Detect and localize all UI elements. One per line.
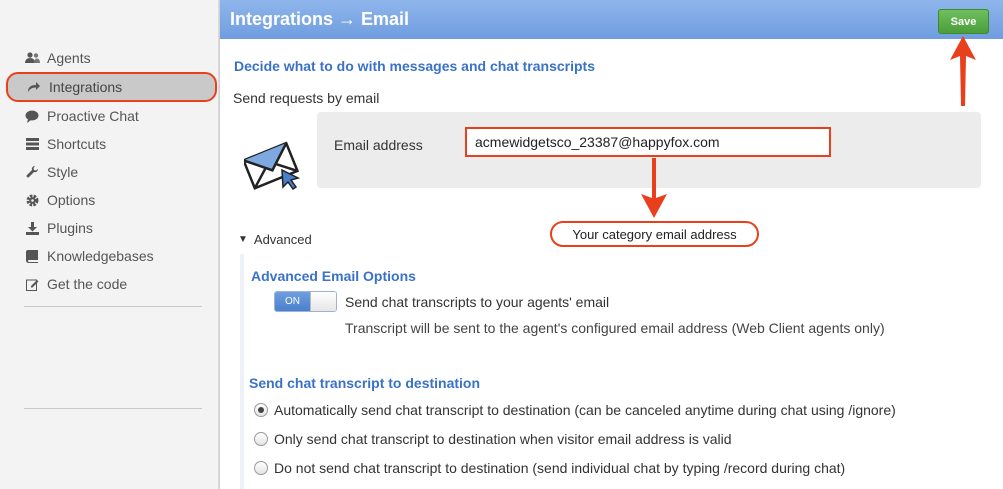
transcript-agents-label: Send chat transcripts to your agents' em… [345, 294, 610, 310]
advanced-label: Advanced [253, 232, 312, 247]
destination-option[interactable]: Do not send chat transcript to destinati… [254, 460, 845, 476]
list-icon [24, 136, 40, 152]
sidebar-item-agents[interactable]: Agents [0, 44, 218, 72]
transcript-agents-toggle[interactable]: ON [274, 291, 337, 312]
chat-bubble-icon [24, 108, 40, 124]
advanced-panel [240, 254, 1003, 489]
sidebar-item-label: Proactive Chat [47, 108, 139, 124]
email-arrow-annotation [641, 158, 667, 218]
sidebar-item-label: Get the code [47, 276, 128, 292]
sidebar-item-label: Knowledgebases [47, 248, 154, 264]
triangle-down-icon: ▼ [238, 234, 248, 245]
page-header: Integrations → Email [220, 0, 1003, 39]
transcript-note: Transcript will be sent to the agent's c… [345, 320, 885, 336]
sidebar-item-label: Options [47, 192, 96, 208]
destination-option[interactable]: Only send chat transcript to destination… [254, 431, 732, 447]
destination-option-label: Do not send chat transcript to destinati… [274, 460, 846, 476]
radio-button[interactable] [254, 432, 268, 446]
email-envelope-icon [244, 141, 300, 191]
sidebar-item-options[interactable]: Options [0, 186, 218, 214]
destination-option-label: Only send chat transcript to destination… [274, 431, 732, 447]
sidebar-item-style[interactable]: Style [0, 158, 218, 186]
sidebar-item-get-the-code[interactable]: Get the code [0, 270, 218, 298]
main-panel: Integrations → Email Save Decide what to… [219, 0, 1003, 489]
sidebar-item-plugins[interactable]: Plugins [0, 214, 218, 242]
gear-icon [24, 192, 40, 208]
sidebar-item-integrations[interactable]: Integrations [6, 72, 217, 102]
save-arrow-annotation [950, 36, 976, 106]
email-address-label: Email address [334, 137, 423, 153]
sidebar: Agents Integrations Proactive Chat Short… [0, 0, 219, 489]
sidebar-nav: Agents Integrations Proactive Chat Short… [0, 44, 218, 298]
sidebar-item-knowledgebases[interactable]: Knowledgebases [0, 242, 218, 270]
section-title: Decide what to do with messages and chat… [234, 58, 595, 74]
advanced-toggle[interactable]: ▼ Advanced [238, 232, 312, 247]
email-address-field[interactable]: acmewidgetsco_23387@happyfox.com [465, 127, 831, 157]
toggle-on-label: ON [275, 292, 310, 311]
sidebar-item-shortcuts[interactable]: Shortcuts [0, 130, 218, 158]
email-callout-annotation: Your category email address [550, 221, 759, 247]
share-arrow-icon [26, 79, 42, 95]
toggle-knob [310, 292, 336, 311]
sidebar-item-proactive-chat[interactable]: Proactive Chat [0, 102, 218, 130]
page-title: Integrations → Email [230, 9, 410, 29]
wrench-icon [24, 164, 40, 180]
sidebar-item-label: Style [47, 164, 79, 180]
sidebar-divider [24, 408, 202, 409]
radio-button[interactable] [254, 461, 268, 475]
sidebar-item-label: Agents [47, 50, 91, 66]
radio-button-checked[interactable] [254, 403, 268, 417]
sidebar-item-label: Plugins [47, 220, 93, 236]
download-icon [24, 220, 40, 236]
destination-option[interactable]: Automatically send chat transcript to de… [254, 402, 896, 418]
destination-title: Send chat transcript to destination [249, 375, 481, 391]
sidebar-item-label: Shortcuts [47, 136, 107, 152]
destination-option-label: Automatically send chat transcript to de… [274, 402, 896, 418]
advanced-options-title: Advanced Email Options [251, 268, 416, 284]
sidebar-item-label: Integrations [49, 79, 123, 95]
edit-icon [24, 276, 40, 292]
save-button[interactable]: Save [938, 9, 989, 34]
send-requests-label: Send requests by email [233, 90, 380, 106]
book-icon [24, 248, 40, 264]
sidebar-divider [24, 306, 202, 307]
agents-icon [24, 50, 40, 66]
